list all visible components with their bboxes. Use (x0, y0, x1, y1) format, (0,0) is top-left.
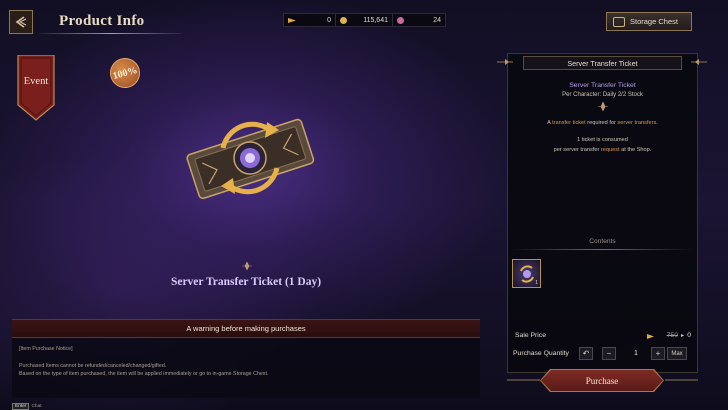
title-divider (40, 33, 182, 34)
sale-price-label: Sale Price (515, 332, 546, 339)
content-item-slot[interactable]: 1 (512, 259, 541, 288)
quantity-increase-button[interactable]: + (651, 347, 665, 360)
warning-title: A warning before making purchases (12, 319, 480, 338)
discount-badge: 100% (106, 54, 144, 92)
ticket-currency-icon (288, 17, 296, 23)
name-ornament-icon (242, 262, 252, 270)
sale-price-value: 0 (687, 332, 691, 339)
contents-label: Contents (589, 238, 616, 245)
chat-label: Chat (31, 404, 42, 409)
currency-ticket-value: 0 (327, 16, 331, 24)
storage-chest-button[interactable]: Storage Chest (606, 12, 692, 31)
notice-line-1: Purchased Items cannot be refunded/cance… (19, 362, 167, 369)
panel-ornament-icon (598, 102, 608, 111)
sale-price-row: Sale Price 750 ▸ 0 (515, 332, 691, 342)
currency-gold-value: 115,641 (363, 16, 388, 24)
panel-item-title: Server Transfer Ticket (569, 82, 636, 89)
chat-shortcut[interactable]: Enter Chat (12, 403, 42, 410)
currency-crystal: 24 (393, 14, 445, 26)
quantity-decrease-button[interactable]: − (602, 347, 616, 360)
content-item-count: 1 (535, 280, 538, 286)
chat-key: Enter (12, 403, 30, 410)
warning-notice: [Item Purchase Notice] Purchased Items c… (12, 338, 480, 398)
panel-header: Server Transfer Ticket (523, 56, 682, 70)
server-transfer-ticket-thumb-icon (519, 264, 534, 283)
event-banner (17, 55, 55, 121)
description-line-1: A transfer ticket required for server tr… (547, 120, 658, 126)
purchase-limit: Per Character: Daily 2/2 Stock (562, 92, 643, 98)
crystal-currency-icon (397, 16, 404, 24)
item-description: A transfer ticket required for server tr… (507, 118, 698, 155)
notice-line-2: Based on the type of item purchased, the… (19, 371, 269, 377)
storage-chest-icon (613, 16, 625, 27)
gold-coin-icon (340, 16, 347, 24)
notice-heading: [Item Purchase Notice] (19, 346, 73, 352)
plus-icon: + (655, 348, 661, 358)
top-bar: Product Info 0 115,641 24 Storage Chest (0, 0, 728, 42)
price-arrow-icon: ▸ (680, 333, 684, 339)
currency-bar: 0 115,641 24 (283, 13, 446, 27)
currency-gold: 115,641 (336, 14, 393, 26)
storage-chest-label: Storage Chest (630, 17, 678, 26)
product-detail-panel (507, 53, 698, 373)
quantity-reset-button[interactable]: ↶ (579, 347, 593, 360)
minus-icon: − (606, 348, 612, 358)
purchase-quantity-row: Purchase Quantity ↶ − 1 + Max (513, 347, 695, 361)
back-arrow-icon (15, 16, 27, 28)
page-title: Product Info (59, 13, 145, 29)
back-button[interactable] (9, 10, 33, 34)
contents-divider (512, 249, 693, 250)
quantity-input[interactable]: 1 (618, 347, 654, 360)
purchase-quantity-label: Purchase Quantity (513, 350, 569, 357)
purchase-button[interactable]: Purchase (541, 370, 663, 391)
event-label: Event (23, 76, 49, 87)
currency-ticket: 0 (284, 14, 336, 26)
quantity-max-button[interactable]: Max (667, 347, 687, 360)
reset-icon: ↶ (582, 348, 590, 358)
item-name: Server Transfer Ticket (1 Day) (170, 276, 322, 288)
description-line-3: per server transfer request at the Shop. (553, 147, 652, 153)
ticket-currency-icon (647, 334, 654, 339)
original-price: 750 (666, 332, 678, 339)
currency-crystal-value: 24 (433, 16, 441, 24)
server-transfer-ticket-icon (186, 118, 315, 200)
description-line-2: 1 ticket is consumed (577, 137, 628, 143)
